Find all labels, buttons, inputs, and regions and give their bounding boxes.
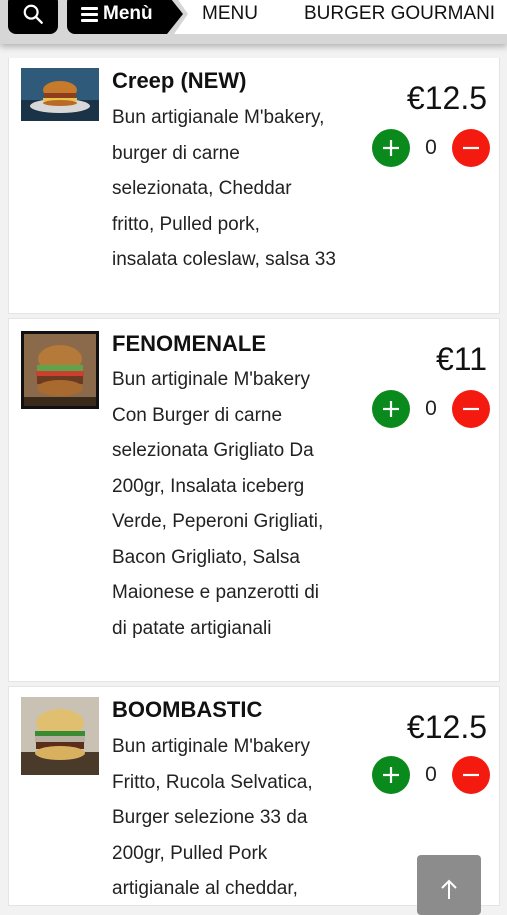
product-image[interactable] bbox=[21, 697, 99, 775]
quantity-value: 0 bbox=[425, 136, 437, 159]
product-card: Creep (NEW) Bun artigianale M'bakery, bu… bbox=[8, 58, 500, 314]
description-line: Burger selezione 33 da bbox=[112, 807, 308, 828]
search-button[interactable] bbox=[8, 0, 58, 34]
product-title: BOOMBASTIC bbox=[112, 697, 263, 722]
product-card: FENOMENALE Bun artiginale M'bakery Con B… bbox=[8, 318, 500, 682]
description-line: Maionese e panzerotti di bbox=[112, 582, 320, 603]
description-line: Con Burger di carne bbox=[112, 404, 283, 426]
search-icon bbox=[23, 4, 43, 24]
top-navigation: Menù MENU BURGER GOURMANI bbox=[0, 0, 507, 44]
description-line: Verde, Peperoni Grigliati, bbox=[112, 511, 324, 532]
quantity-value: 0 bbox=[425, 763, 437, 786]
scroll-to-top-button[interactable] bbox=[417, 855, 481, 915]
product-description: Bun artiginale M'bakery Con Burger di ca… bbox=[112, 362, 352, 646]
description-line: insalata coleslaw, salsa 33 bbox=[112, 249, 336, 270]
minus-icon bbox=[463, 773, 479, 777]
product-price: €11 bbox=[435, 341, 487, 377]
breadcrumb-menu[interactable]: MENU bbox=[174, 0, 292, 34]
plus-icon bbox=[383, 767, 399, 783]
description-line: 200gr, Pulled Pork bbox=[112, 842, 268, 864]
product-title: Creep (NEW) bbox=[112, 68, 247, 93]
description-line: Bun artiginale M'bakery bbox=[112, 369, 310, 390]
description-line: 200gr, Insalata iceberg bbox=[112, 475, 305, 497]
product-title: FENOMENALE bbox=[112, 331, 266, 356]
arrow-up-icon bbox=[441, 879, 457, 899]
breadcrumb-category-label: BURGER GOURMANI bbox=[304, 3, 496, 24]
hamburger-icon bbox=[81, 4, 98, 25]
description-line: di patate artigianali bbox=[112, 617, 272, 639]
remove-button[interactable] bbox=[452, 129, 490, 167]
minus-icon bbox=[463, 407, 479, 411]
description-line: burger di carne bbox=[112, 142, 240, 164]
product-description: Bun artiginale M'bakery Fritto, Rucola S… bbox=[112, 729, 352, 907]
quantity-value: 0 bbox=[425, 397, 437, 420]
product-image[interactable] bbox=[21, 331, 99, 409]
quantity-stepper: 0 bbox=[372, 755, 490, 795]
breadcrumb-category[interactable]: BURGER GOURMANI bbox=[274, 0, 507, 34]
description-line: Bun artigianale M'bakery, bbox=[112, 107, 325, 128]
product-description: Bun artigianale M'bakery, burger di carn… bbox=[112, 100, 352, 278]
product-image[interactable] bbox=[21, 68, 99, 121]
remove-button[interactable] bbox=[452, 390, 490, 428]
add-button[interactable] bbox=[372, 756, 410, 794]
description-line: Bacon Grigliato, Salsa bbox=[112, 546, 300, 568]
description-line: fritto, Pulled pork, bbox=[112, 213, 260, 235]
menu-button-label: Menù bbox=[103, 3, 153, 24]
minus-icon bbox=[463, 146, 479, 150]
add-button[interactable] bbox=[372, 390, 410, 428]
remove-button[interactable] bbox=[452, 756, 490, 794]
description-line: artigianale al cheddar, bbox=[112, 878, 298, 899]
description-line: selezionata, Cheddar bbox=[112, 178, 292, 199]
description-line: selezionata Grigliato Da bbox=[112, 440, 314, 461]
plus-icon bbox=[383, 140, 399, 156]
description-line: Bun artiginale M'bakery bbox=[112, 736, 310, 757]
description-line: Fritto, Rucola Selvatica, bbox=[112, 771, 313, 793]
plus-icon bbox=[383, 401, 399, 417]
breadcrumb-menu-label: MENU bbox=[202, 3, 258, 24]
menu-button[interactable]: Menù bbox=[67, 0, 183, 34]
product-price: €12.5 bbox=[406, 709, 487, 745]
quantity-stepper: 0 bbox=[372, 389, 490, 429]
product-price: €12.5 bbox=[406, 80, 487, 116]
add-button[interactable] bbox=[372, 129, 410, 167]
quantity-stepper: 0 bbox=[372, 128, 490, 168]
